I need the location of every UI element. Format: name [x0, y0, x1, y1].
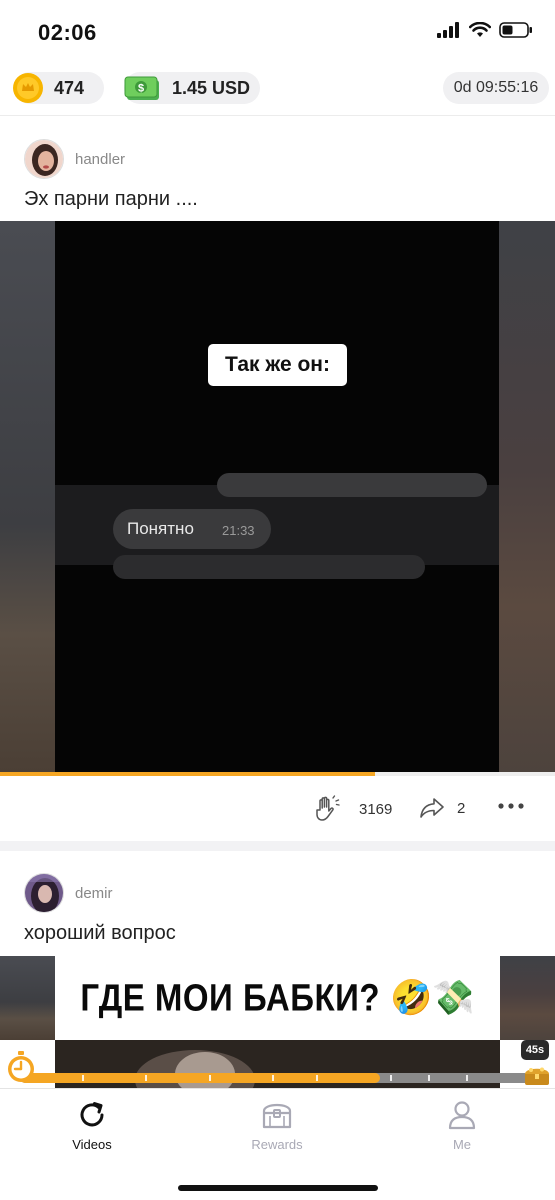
chat-bubble: Понятно 21:33 [113, 509, 271, 549]
status-icons [437, 22, 533, 38]
like-button[interactable]: 3169 [312, 794, 392, 824]
feed-post: handler Эх парни парни .... Так же он: П… [0, 117, 555, 841]
post-actions: 3169 2 [0, 776, 555, 842]
avatar[interactable] [24, 139, 64, 179]
reward-track [20, 1073, 530, 1083]
nav-label-rewards: Rewards [251, 1137, 303, 1152]
post-header: handler [24, 139, 125, 179]
nav-rewards[interactable]: Rewards [217, 1099, 337, 1152]
video-player[interactable]: Так же он: Понятно 21:33 [0, 221, 555, 772]
coin-count: 474 [54, 77, 85, 98]
avatar[interactable] [24, 873, 64, 913]
reward-seconds-badge: 45s [521, 1040, 549, 1060]
post-separator [0, 841, 555, 851]
video-blur-left [0, 221, 55, 772]
video-blur-right [499, 221, 555, 772]
status-time: 02:06 [38, 20, 97, 45]
reward-tick [145, 1075, 147, 1081]
more-options-button[interactable] [497, 801, 525, 811]
bottom-nav: Videos Rewards Me [0, 1088, 555, 1200]
nav-me[interactable]: Me [402, 1099, 522, 1152]
reward-tick [82, 1075, 84, 1081]
feed-post: demir хороший вопрос ГДЕ МОИ БАБКИ? 🤣💸 [0, 851, 555, 1040]
reward-progress-bar: 45s [0, 1040, 555, 1110]
cash-balance[interactable]: $ 1.45 USD [124, 72, 260, 104]
reward-fill [20, 1073, 380, 1083]
reward-tick [209, 1075, 211, 1081]
video-banner: ГДЕ МОИ БАБКИ? 🤣💸 [55, 956, 500, 1040]
avatar-image [25, 140, 63, 178]
app-screen: 02:06 474 $ 1.45 USD 0d 09:55:16 handler… [0, 0, 555, 1200]
chat-screenshot: Понятно 21:33 [55, 473, 499, 579]
reward-tick [466, 1075, 468, 1081]
share-icon [420, 798, 444, 818]
avatar-image [25, 874, 63, 912]
chat-bubble [113, 555, 425, 579]
share-button[interactable]: 2 [418, 794, 465, 822]
username[interactable]: handler [75, 151, 125, 168]
video-frame: Так же он: Понятно 21:33 [55, 221, 499, 772]
video-player[interactable]: ГДЕ МОИ БАБКИ? 🤣💸 [0, 956, 555, 1040]
status-bar: 02:06 [0, 0, 555, 64]
video-blur-left [0, 956, 55, 1040]
banner-text: ГДЕ МОИ БАБКИ? [80, 976, 380, 1019]
chat-message: Понятно [127, 519, 194, 538]
countdown-timer: 0d 09:55:16 [443, 72, 549, 104]
video-blur-right [499, 956, 555, 1040]
cash-icon: $ [124, 76, 159, 100]
chat-bubble [217, 473, 487, 497]
chat-time: 21:33 [222, 523, 255, 538]
stopwatch-icon[interactable] [4, 1050, 38, 1084]
reward-tick [272, 1075, 274, 1081]
signal-icon [437, 22, 459, 38]
reward-tick [390, 1075, 392, 1081]
post-caption: Эх парни парни .... [24, 188, 198, 210]
home-indicator[interactable] [178, 1185, 378, 1191]
person-icon [448, 1101, 476, 1130]
nav-label-videos: Videos [72, 1137, 112, 1152]
treasure-chest-icon [262, 1103, 292, 1129]
svg-text:$: $ [138, 83, 144, 95]
nav-videos[interactable]: Videos [32, 1099, 152, 1152]
balance-bar: 474 $ 1.45 USD 0d 09:55:16 [0, 64, 555, 116]
clap-icon [316, 795, 340, 821]
more-dots-icon [498, 803, 524, 809]
like-count: 3169 [359, 800, 393, 818]
reward-tick [428, 1075, 430, 1081]
coin-balance[interactable]: 474 [13, 72, 104, 104]
share-count: 2 [457, 799, 466, 817]
battery-icon [499, 22, 532, 38]
treasure-chest-icon[interactable] [523, 1064, 551, 1086]
cash-amount: 1.45 USD [172, 77, 251, 98]
refresh-icon [80, 1102, 104, 1127]
coin-icon [13, 73, 43, 103]
video-overlay-text: Так же он: [208, 344, 347, 386]
wifi-icon [469, 22, 491, 37]
post-caption: хороший вопрос [24, 922, 176, 944]
username[interactable]: demir [75, 885, 113, 902]
banner-emoji: 🤣💸 [389, 979, 475, 1017]
post-header: demir [24, 873, 113, 913]
reward-tick [316, 1075, 318, 1081]
nav-label-me: Me [452, 1137, 472, 1152]
